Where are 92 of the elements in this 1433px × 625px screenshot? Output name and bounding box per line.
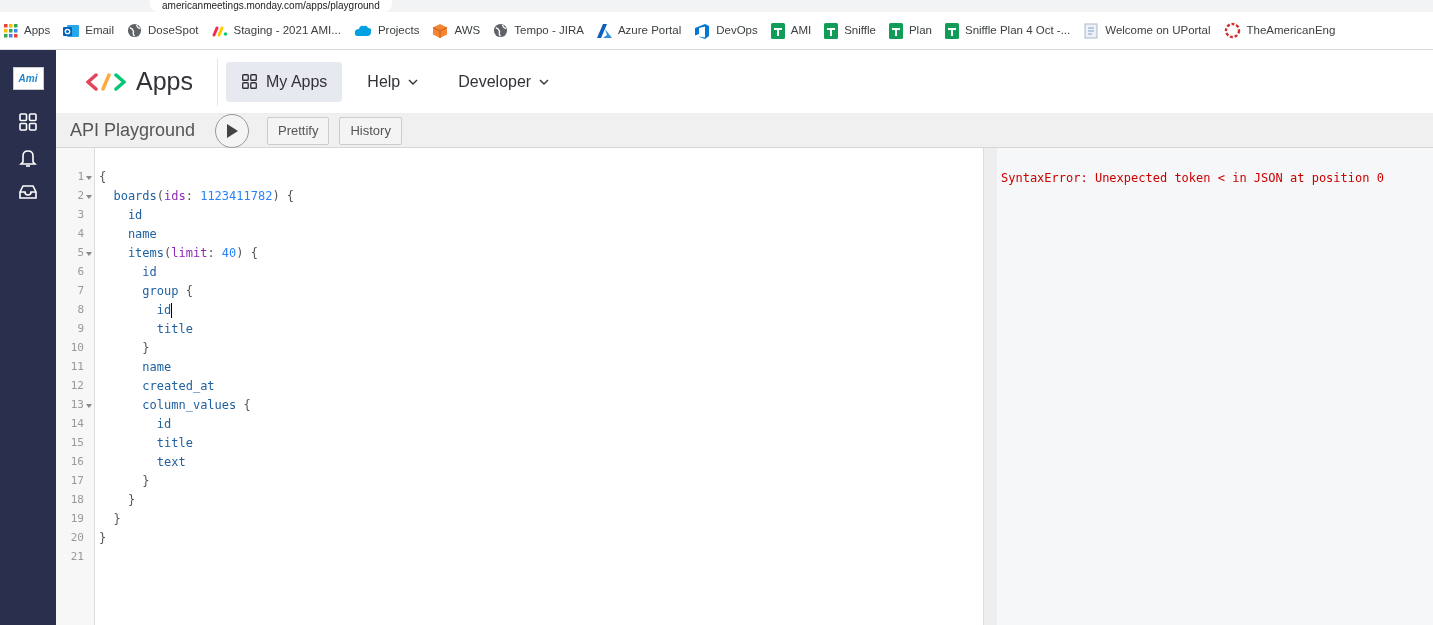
bookmark-link[interactable]: Plan — [888, 21, 932, 40]
line-number: 8 — [77, 302, 84, 319]
fold-arrow-icon[interactable] — [86, 403, 92, 408]
address-bar[interactable]: americanmeetings.monday.com/apps/playground — [150, 0, 392, 12]
bookmark-link[interactable]: Projects — [353, 21, 420, 40]
company-logo: Ami — [12, 67, 44, 90]
bookmark-link[interactable]: AWS — [432, 21, 481, 40]
triangle-logo-icon — [596, 23, 612, 38]
globe-icon — [493, 23, 509, 38]
line-number: 9 — [77, 321, 84, 338]
run-button[interactable] — [215, 113, 249, 148]
cloud-icon — [353, 24, 372, 37]
line-number: 13 — [70, 397, 84, 414]
spreadsheet-icon — [824, 22, 839, 39]
code-line: title — [155, 321, 193, 338]
code-line: } — [126, 492, 136, 509]
bookmark-link[interactable]: Sniffle Plan 4 Oct -... — [945, 21, 1071, 40]
playground-title: API Playground — [70, 119, 197, 142]
code-line: group { — [141, 283, 193, 300]
cube-icon — [432, 22, 449, 39]
line-number: 7 — [77, 283, 84, 300]
line-number: 21 — [70, 549, 84, 566]
line-number: 5 — [77, 245, 84, 262]
bookmark-link[interactable]: Email — [63, 21, 114, 40]
code-line: } — [141, 340, 150, 357]
line-number: 3 — [77, 207, 84, 224]
document-icon — [1083, 22, 1100, 39]
line-number: 10 — [70, 340, 84, 357]
fold-arrow-icon[interactable] — [86, 251, 92, 256]
bookmark-link[interactable]: DevOps — [694, 21, 758, 40]
grid-icon[interactable] — [18, 112, 38, 132]
code-line: } — [112, 511, 121, 528]
spreadsheet-icon — [888, 22, 903, 39]
line-number: 16 — [70, 454, 84, 471]
line-number: 1 — [77, 169, 84, 186]
bell-icon[interactable] — [19, 148, 37, 168]
code-line: column_values { — [141, 397, 251, 414]
line-number: 19 — [70, 511, 84, 528]
bookmark-link[interactable]: Staging - 2021 AMI... — [211, 21, 341, 40]
line-number: 6 — [77, 264, 84, 281]
brand-title: Apps — [136, 65, 193, 97]
line-number: 15 — [70, 435, 84, 452]
code-brackets-logo-icon — [86, 72, 126, 91]
line-number: 2 — [77, 188, 84, 205]
grid-icon — [4, 23, 18, 38]
mail-icon — [63, 22, 80, 39]
code-line: name — [141, 359, 172, 376]
ring-icon — [1223, 22, 1241, 39]
nav-tab[interactable]: Developer — [443, 61, 565, 102]
slash-marks-icon — [211, 24, 228, 37]
code-line: items(limit: 40) { — [126, 245, 258, 262]
bookmark-link[interactable]: Sniffle — [824, 21, 876, 40]
code-line: } — [141, 473, 150, 490]
spreadsheet-icon — [770, 22, 785, 39]
line-number: 18 — [70, 492, 84, 509]
toolbar-button[interactable]: History — [339, 116, 402, 145]
code-line: text — [155, 454, 186, 471]
line-number: 14 — [70, 416, 84, 433]
bookmark-link[interactable]: TheAmericanEng — [1223, 21, 1336, 40]
grid-icon — [241, 73, 258, 90]
code-line: id — [155, 416, 172, 433]
line-number: 20 — [70, 530, 84, 547]
globe-icon — [127, 23, 142, 38]
code-line: } — [99, 530, 107, 547]
play-icon — [226, 123, 238, 138]
inbox-icon[interactable] — [18, 184, 38, 200]
nav-tab[interactable]: Help — [352, 61, 434, 102]
bookmark-link[interactable]: AMI — [770, 21, 812, 40]
line-number: 11 — [70, 359, 84, 376]
line-number: 12 — [70, 378, 84, 395]
code-line: { — [99, 169, 107, 186]
code-line: id — [141, 264, 157, 281]
code-line: id — [155, 302, 172, 319]
code-line: boards(ids: 1123411782) { — [112, 188, 295, 205]
bookmark-link[interactable]: DoseSpot — [127, 21, 199, 40]
code-line: id — [126, 207, 143, 224]
bookmark-link[interactable]: Azure Portal — [596, 21, 682, 40]
line-number: 4 — [77, 226, 84, 243]
code-line: created_at — [141, 378, 215, 395]
bookmark-link[interactable]: Apps — [4, 21, 51, 40]
code-line: title — [155, 435, 193, 452]
toolbar-button[interactable]: Prettify — [267, 116, 330, 145]
bracket-logo-icon — [694, 22, 711, 39]
bookmark-link[interactable]: Welcome on UPortal — [1083, 21, 1211, 40]
spreadsheet-icon — [945, 22, 959, 39]
error-message: SyntaxError: Unexpected token < in JSON at position 0 — [1001, 170, 1385, 187]
code-line: name — [126, 226, 157, 243]
nav-tab[interactable]: My Apps — [226, 61, 343, 102]
line-number: 17 — [70, 473, 84, 490]
fold-arrow-icon[interactable] — [86, 175, 92, 180]
fold-arrow-icon[interactable] — [86, 194, 92, 199]
bookmark-link[interactable]: Tempo - JIRA — [493, 21, 584, 40]
